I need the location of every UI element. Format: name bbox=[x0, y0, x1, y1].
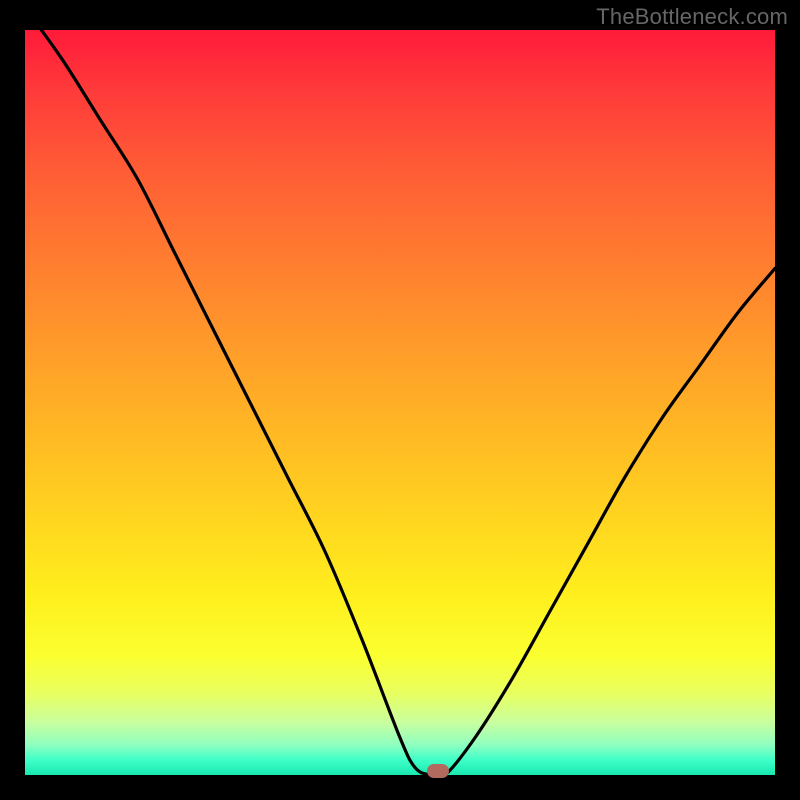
curve-svg bbox=[25, 30, 775, 775]
optimal-point-marker bbox=[427, 764, 449, 778]
bottleneck-curve-path bbox=[25, 30, 775, 775]
plot-area bbox=[25, 30, 775, 775]
chart-frame: TheBottleneck.com bbox=[0, 0, 800, 800]
watermark-text: TheBottleneck.com bbox=[596, 4, 788, 30]
